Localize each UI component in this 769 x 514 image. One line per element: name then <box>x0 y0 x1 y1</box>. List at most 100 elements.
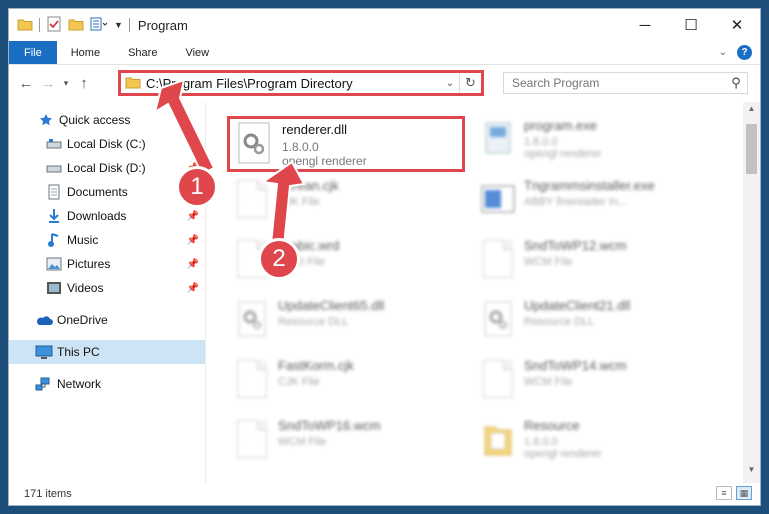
file-name: program.exe <box>524 118 597 133</box>
sidebar-item-downloads[interactable]: Downloads 📌 <box>9 204 205 228</box>
file-version: 1.8.0.0 <box>524 136 558 148</box>
file-description: opengl renderer <box>524 148 602 160</box>
sidebar-item-label: Music <box>67 233 99 247</box>
sidebar-item-this-pc[interactable]: This PC <box>9 340 205 364</box>
file-name: renderer.dll <box>282 122 348 137</box>
file-type: CJK File <box>278 376 320 388</box>
sidebar-item-videos[interactable]: Videos 📌 <box>9 276 205 300</box>
sidebar-item-quick-access[interactable]: Quick access <box>9 108 205 132</box>
layout-icon[interactable] <box>90 17 108 34</box>
file-tile[interactable]: SndToWP12.wcm WCM File <box>478 236 718 292</box>
file-type: WCM File <box>278 436 327 448</box>
documents-icon <box>45 184 63 200</box>
scroll-up-icon[interactable]: ▲ <box>743 104 760 120</box>
pin-icon[interactable]: 📌 <box>187 235 199 246</box>
sidebar-item-local-disk-c[interactable]: Local Disk (C:) 📌 <box>9 132 205 156</box>
sidebar-item-label: OneDrive <box>57 313 108 327</box>
toolbar-divider <box>128 18 130 32</box>
exe-icon <box>478 116 518 162</box>
toolbar-divider <box>39 18 40 32</box>
sidebar-item-pictures[interactable]: Pictures 📌 <box>9 252 205 276</box>
dll-gear-icon <box>478 296 518 342</box>
folder-icon <box>17 17 33 34</box>
sidebar-item-music[interactable]: Music 📌 <box>9 228 205 252</box>
file-name: SndToWP12.wcm <box>524 238 627 253</box>
file-icon <box>478 356 518 402</box>
expand-ribbon-icon[interactable]: ⌄ <box>719 47 727 58</box>
search-box[interactable]: ⚲ <box>503 72 748 94</box>
music-icon <box>45 232 63 248</box>
address-dropdown-icon[interactable]: ⌄ <box>441 78 459 89</box>
scroll-thumb[interactable] <box>746 124 757 174</box>
tiles-view-icon[interactable]: ▦ <box>736 486 752 500</box>
pin-icon[interactable]: 📌 <box>187 211 199 222</box>
file-type: WCM File <box>524 256 573 268</box>
details-view-icon[interactable]: ≡ <box>716 486 732 500</box>
address-bar[interactable]: C:\Program Files\Program Directory ⌄ ↻ <box>118 70 484 96</box>
sidebar-item-onedrive[interactable]: OneDrive <box>9 308 205 332</box>
minimize-button[interactable]: ─ <box>622 9 668 41</box>
file-name: FastKorm.cjk <box>278 358 354 373</box>
pin-icon[interactable]: 📌 <box>187 139 199 150</box>
explorer-window: ▼ Program ─ ☐ ✕ File Home Share View ⌄ ?… <box>8 8 761 506</box>
file-tile-renderer-dll[interactable]: renderer.dll 1.8.0.0 opengl renderer <box>227 116 465 172</box>
cloud-icon <box>35 312 53 328</box>
tab-file[interactable]: File <box>9 41 57 64</box>
file-description: opengl renderer <box>524 448 602 460</box>
search-input[interactable] <box>504 76 725 90</box>
sidebar-item-label: This PC <box>57 345 100 359</box>
star-icon <box>37 112 55 128</box>
file-tile[interactable]: UpdateClient21.dll Resource DLL <box>478 296 718 352</box>
sidebar-item-label: Videos <box>67 281 104 295</box>
recent-locations-icon[interactable]: ▾ <box>59 78 73 89</box>
properties-icon[interactable] <box>46 16 62 35</box>
sidebar-item-local-disk-d[interactable]: Local Disk (D:) 📌 <box>9 156 205 180</box>
sidebar-item-network[interactable]: Network <box>9 372 205 396</box>
drive-icon <box>45 136 63 152</box>
sidebar-item-label: Network <box>57 377 102 391</box>
step-badge-2: 2 <box>258 238 300 280</box>
search-icon: ⚲ <box>731 75 741 90</box>
vertical-scrollbar[interactable]: ▲ ▼ <box>743 102 760 483</box>
file-icon <box>232 416 272 462</box>
address-path[interactable]: C:\Program Files\Program Directory <box>146 76 441 91</box>
scroll-down-icon[interactable]: ▼ <box>743 465 760 481</box>
file-tile[interactable]: SndToWP14.wcm WCM File <box>478 356 718 412</box>
pin-icon[interactable]: 📌 <box>187 259 199 270</box>
forward-arrow-icon[interactable]: → <box>37 75 59 92</box>
file-tile[interactable]: FastKorm.cjk CJK File <box>232 356 472 412</box>
file-tile[interactable]: Tngrammsinstaller.exe ABBY finereader In.… <box>478 176 718 232</box>
file-tile[interactable]: UpdateClient65.dll Resource DLL <box>232 296 472 352</box>
refresh-icon[interactable]: ↻ <box>459 73 481 93</box>
navigation-pane: Quick access Local Disk (C:) 📌 Local Dis… <box>9 102 205 483</box>
drive-icon <box>45 160 63 176</box>
file-icon <box>232 176 272 222</box>
up-arrow-icon[interactable]: ↑ <box>73 75 95 92</box>
pin-icon[interactable]: 📌 <box>187 283 199 294</box>
file-tile[interactable]: Resource 1.8.0.0 opengl renderer <box>478 416 718 472</box>
tab-home[interactable]: Home <box>57 41 114 64</box>
tab-view[interactable]: View <box>171 41 223 64</box>
dll-gear-icon <box>236 121 274 167</box>
tab-share[interactable]: Share <box>114 41 171 64</box>
sidebar-item-label: Documents <box>67 185 128 199</box>
new-folder-icon[interactable] <box>68 17 84 34</box>
file-type: Resource DLL <box>524 316 595 328</box>
maximize-button[interactable]: ☐ <box>668 9 714 41</box>
file-tile[interactable]: Screan.cjk CJK File <box>232 176 472 232</box>
customize-toolbar-icon[interactable]: ▼ <box>114 20 123 30</box>
help-icon[interactable]: ? <box>737 45 752 60</box>
file-name: UpdateClient21.dll <box>524 298 631 313</box>
file-type: ABBY finereader In... <box>524 196 628 208</box>
close-button[interactable]: ✕ <box>714 9 760 41</box>
file-version: 1.8.0.0 <box>282 140 319 154</box>
item-count: 171 items <box>24 488 72 500</box>
file-tile[interactable]: program.exe 1.8.0.0 opengl renderer <box>478 116 718 172</box>
file-tile[interactable]: SndToWP16.wcm WCM File <box>232 416 472 472</box>
file-name: Screan.cjk <box>278 178 339 193</box>
navigation-bar: ← → ▾ ↑ C:\Program Files\Program Directo… <box>9 65 760 101</box>
back-arrow-icon[interactable]: ← <box>15 75 37 92</box>
